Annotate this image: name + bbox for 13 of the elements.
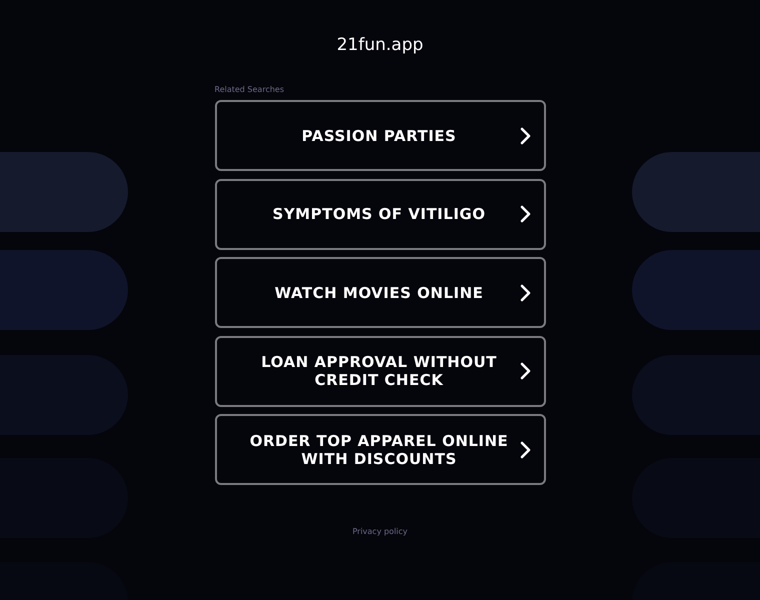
chevron-right-icon [520, 440, 532, 458]
search-link-button[interactable]: ORDER TOP APPAREL ONLINE WITH DISCOUNTS [214, 414, 546, 485]
chevron-right-icon [520, 284, 532, 302]
related-searches-heading: Related Searches [214, 85, 284, 95]
privacy-policy-link[interactable]: Privacy policy [352, 527, 408, 537]
search-link-button[interactable]: WATCH MOVIES ONLINE [214, 257, 546, 328]
search-link-button[interactable]: SYMPTOMS OF VITILIGO [214, 178, 546, 250]
search-link-button[interactable]: LOAN APPROVAL WITHOUT CREDIT CHECK [214, 336, 546, 406]
site-title: 21fun.app [336, 34, 424, 56]
chevron-right-icon [520, 126, 532, 144]
chevron-right-icon [520, 362, 532, 380]
chevron-right-icon [520, 205, 532, 223]
search-link-button[interactable]: PASSION PARTIES [214, 100, 546, 171]
